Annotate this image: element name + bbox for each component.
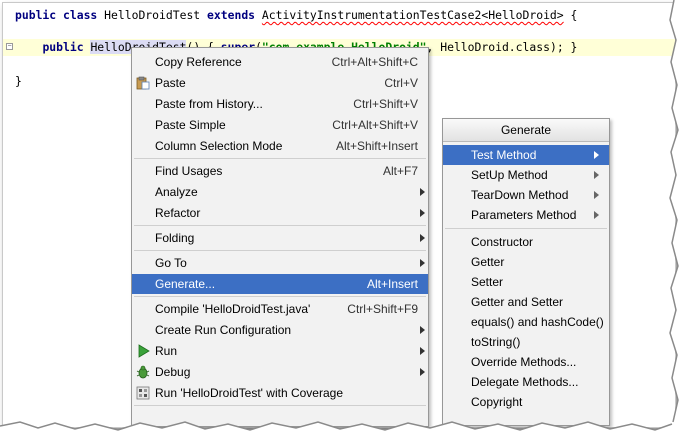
generic-type: <HelloDroid> xyxy=(481,8,564,22)
run-icon xyxy=(138,344,150,358)
code-line-1[interactable]: public class HelloDroidTest extends Acti… xyxy=(15,7,577,24)
submenu-arrow-icon xyxy=(594,171,599,179)
menu-item-paste[interactable]: Paste Ctrl+V xyxy=(132,73,428,93)
menu-item-paste-simple[interactable]: Paste Simple Ctrl+Alt+Shift+V xyxy=(132,115,428,135)
menu-separator xyxy=(134,405,426,406)
paste-icon xyxy=(136,76,150,90)
menu-item-go-to[interactable]: Go To xyxy=(132,253,428,273)
menu-item-compile[interactable]: Compile 'HelloDroidTest.java' Ctrl+Shift… xyxy=(132,299,428,319)
submenu-arrow-icon xyxy=(594,191,599,199)
generate-item-setter[interactable]: Setter xyxy=(443,272,609,292)
submenu-arrow-icon xyxy=(420,368,425,376)
menu-item-refactor[interactable]: Refactor xyxy=(132,203,428,223)
class-name: HelloDroidTest xyxy=(104,8,201,22)
generate-item-parameters-method[interactable]: Parameters Method xyxy=(443,205,609,225)
menu-item-run[interactable]: Run xyxy=(132,341,428,361)
code-line-3[interactable]: } xyxy=(15,73,22,90)
menu-item-column-selection-mode[interactable]: Column Selection Mode Alt+Shift+Insert xyxy=(132,136,428,156)
submenu-arrow-icon xyxy=(420,326,425,334)
keyword: public class xyxy=(15,8,98,22)
menu-item-paste-from-history[interactable]: Paste from History... Ctrl+Shift+V xyxy=(132,94,428,114)
generate-item-getter-and-setter[interactable]: Getter and Setter xyxy=(443,292,609,312)
generate-item-equals-hashcode[interactable]: equals() and hashCode() xyxy=(443,312,609,332)
menu-separator xyxy=(134,225,426,226)
generate-popup-title: Generate xyxy=(443,119,609,142)
generate-item-delegate-methods[interactable]: Delegate Methods... xyxy=(443,372,609,392)
menu-item-debug[interactable]: Debug xyxy=(132,362,428,382)
fold-toggle-icon[interactable]: − xyxy=(6,43,13,50)
menu-item-copy-reference[interactable]: Copy Reference Ctrl+Alt+Shift+C xyxy=(132,52,428,72)
generate-item-getter[interactable]: Getter xyxy=(443,252,609,272)
base-class: ActivityInstrumentationTestCase2 xyxy=(261,8,482,22)
generate-item-override-methods[interactable]: Override Methods... xyxy=(443,352,609,372)
submenu-arrow-icon xyxy=(420,347,425,355)
menu-separator xyxy=(134,250,426,251)
generate-item-tostring[interactable]: toString() xyxy=(443,332,609,352)
submenu-arrow-icon xyxy=(594,211,599,219)
torn-edge-bottom xyxy=(0,421,689,446)
menu-item-run-with-coverage[interactable]: Run 'HelloDroidTest' with Coverage xyxy=(132,383,428,403)
torn-edge-right xyxy=(669,0,689,446)
submenu-arrow-icon xyxy=(420,209,425,217)
menu-item-generate[interactable]: Generate... Alt+Insert xyxy=(132,274,428,294)
menu-item-analyze[interactable]: Analyze xyxy=(132,182,428,202)
debug-icon xyxy=(136,365,150,379)
menu-separator xyxy=(134,158,426,159)
menu-separator xyxy=(445,228,607,229)
submenu-arrow-icon xyxy=(420,188,425,196)
keyword: extends xyxy=(207,8,256,22)
generate-item-copyright[interactable]: Copyright xyxy=(443,392,609,412)
generate-item-setup-method[interactable]: SetUp Method xyxy=(443,165,609,185)
submenu-arrow-icon xyxy=(594,151,599,159)
generate-item-test-method[interactable]: Test Method xyxy=(443,145,609,165)
generate-item-teardown-method[interactable]: TearDown Method xyxy=(443,185,609,205)
menu-item-folding[interactable]: Folding xyxy=(132,228,428,248)
generate-item-constructor[interactable]: Constructor xyxy=(443,232,609,252)
menu-separator xyxy=(134,296,426,297)
menu-item-create-run-configuration[interactable]: Create Run Configuration xyxy=(132,320,428,340)
keyword: public xyxy=(42,40,84,54)
submenu-arrow-icon xyxy=(420,234,425,242)
generate-popup: Generate Test Method SetUp Method TearDo… xyxy=(442,118,610,426)
context-menu: Copy Reference Ctrl+Alt+Shift+C Paste Ct… xyxy=(131,47,429,427)
submenu-arrow-icon xyxy=(420,259,425,267)
coverage-icon xyxy=(136,386,150,400)
menu-item-find-usages[interactable]: Find Usages Alt+F7 xyxy=(132,161,428,181)
